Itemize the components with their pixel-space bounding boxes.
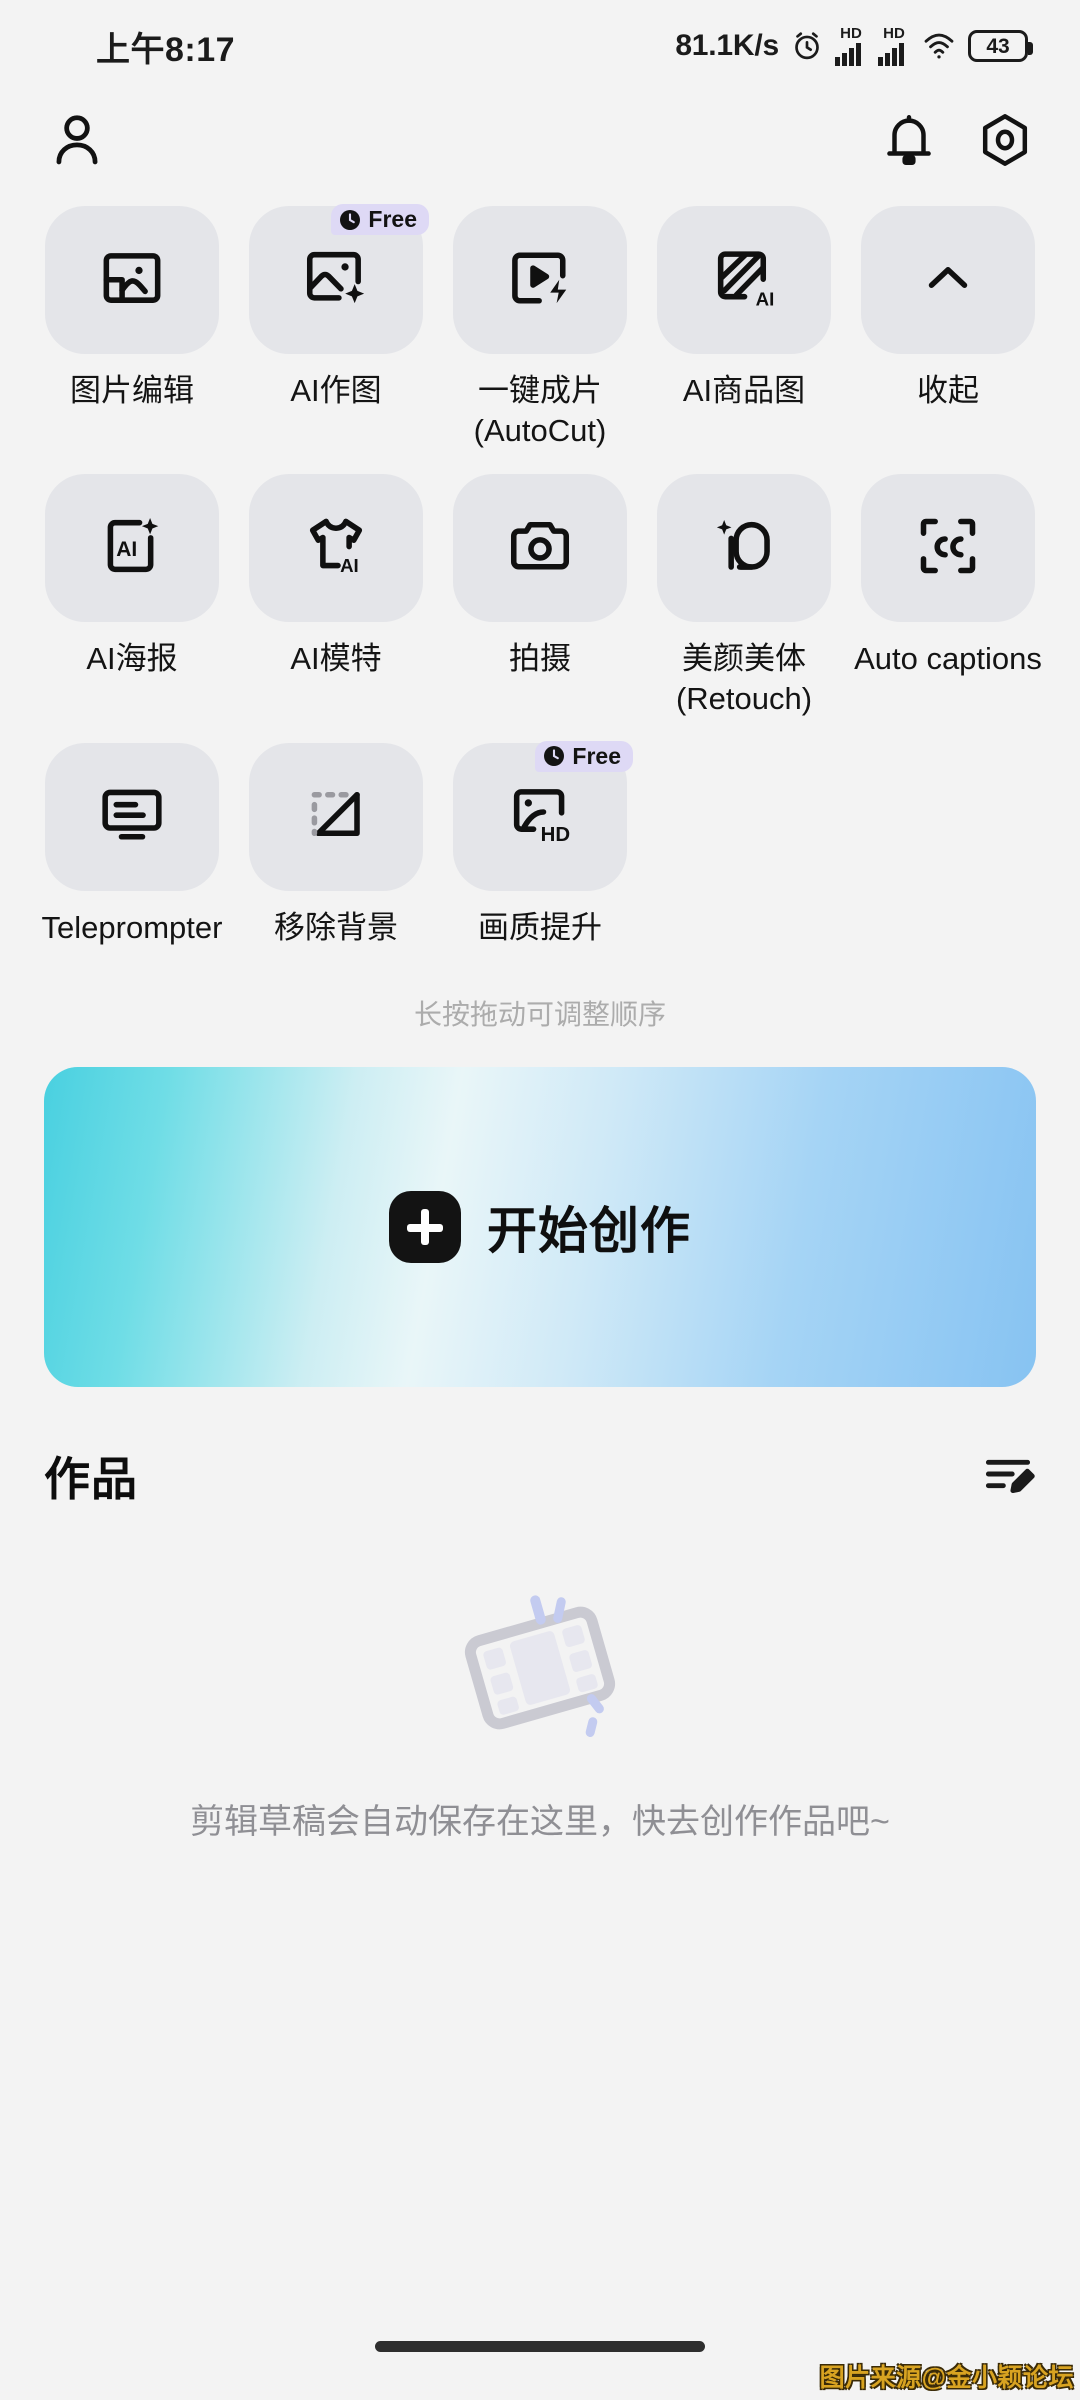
svg-text:HD: HD <box>541 824 570 846</box>
camera-icon <box>505 511 575 586</box>
tool-item-collapse[interactable]: 收起 <box>846 206 1050 411</box>
teleprompter-icon <box>97 779 167 854</box>
hd-enhance-icon: HD <box>505 779 575 854</box>
tool-label: AI模特 <box>290 641 382 677</box>
status-time: 上午8:17 <box>96 30 236 69</box>
autocut-play-bolt-icon <box>505 243 575 318</box>
bell-icon <box>880 114 938 173</box>
chevron-up-icon <box>917 247 979 314</box>
signal-bars-sim2: HD <box>878 26 910 66</box>
tool-tile <box>45 206 219 354</box>
source-watermark: 图片来源@金小颖论坛 <box>819 2364 1074 2392</box>
svg-text:AI: AI <box>340 555 359 576</box>
tool-item-ai-poster[interactable]: AI AI海报 <box>30 474 234 679</box>
tool-tile: AI <box>45 474 219 623</box>
notification-button[interactable] <box>880 111 938 174</box>
tool-tile <box>861 474 1035 623</box>
wifi-icon <box>921 31 957 61</box>
tool-item-hd-enhance[interactable]: Free HD 画质提升 <box>438 740 642 948</box>
tool-item-autocut[interactable]: 一键成片 (AutoCut) <box>438 206 642 450</box>
tool-label: AI作图 <box>290 373 382 408</box>
tool-item-remove-background[interactable]: 移除背景 <box>234 742 438 948</box>
tool-label: 收起 <box>917 373 979 408</box>
edit-list-icon <box>980 1459 1036 1506</box>
ai-poster-icon: AI <box>97 511 167 586</box>
top-nav-actions <box>880 111 1034 174</box>
works-header: 作品 <box>0 1443 1080 1509</box>
ai-image-sparkle-icon <box>301 243 371 318</box>
clock-icon <box>340 209 361 230</box>
tool-tile: Free <box>249 204 429 354</box>
ai-product-image-icon: AI <box>709 243 779 318</box>
tool-label: 拍摄 <box>509 641 571 677</box>
tool-tile <box>657 474 831 623</box>
status-bar: 上午8:17 81.1K/s HD HD 43 <box>0 0 1080 92</box>
top-nav-bar <box>0 92 1080 192</box>
home-indicator[interactable] <box>375 2341 705 2352</box>
free-badge: Free <box>535 740 633 772</box>
tool-label: 移除背景 <box>274 909 398 945</box>
retouch-face-icon <box>709 511 779 586</box>
start-creating-label: 开始创作 <box>487 1203 691 1260</box>
tool-label: 美颜美体 (Retouch) <box>675 641 813 717</box>
settings-hex-icon <box>976 113 1034 173</box>
person-icon <box>46 114 108 175</box>
tool-label: 画质提升 <box>478 909 602 945</box>
tool-tile: AI <box>657 206 831 354</box>
clock-icon <box>544 746 565 767</box>
tool-tile <box>249 742 423 891</box>
network-speed: 81.1K/s <box>675 29 779 62</box>
badge-label: Free <box>572 742 621 769</box>
tool-tile: Free HD <box>453 740 633 891</box>
create-section: 开始创作 <box>0 1033 1080 1388</box>
bottom-area: 图片来源@金小颖论坛 <box>0 2280 1080 2400</box>
grid-reorder-hint: 长按拖动可调整顺序 <box>413 999 666 1031</box>
works-title: 作品 <box>44 1453 138 1506</box>
tool-tile <box>453 206 627 354</box>
tool-item-retouch[interactable]: 美颜美体 (Retouch) <box>642 474 846 718</box>
remove-background-icon <box>301 779 371 854</box>
tool-item-teleprompter[interactable]: Teleprompter <box>30 742 234 948</box>
alarm-clock-icon <box>790 29 824 63</box>
tool-item-image-edit[interactable]: 图片编辑 <box>30 206 234 411</box>
tool-item-ai-image[interactable]: Free AI作图 <box>234 204 438 411</box>
signal-bars-sim1: HD <box>835 26 867 66</box>
settings-button[interactable] <box>976 111 1034 174</box>
tool-label: 图片编辑 <box>70 373 194 408</box>
app-screen: 上午8:17 81.1K/s HD HD 43 图片编辑 Free AI作图 一… <box>0 0 1080 2400</box>
badge-label: Free <box>368 206 417 232</box>
works-empty-text: 剪辑草稿会自动保存在这里，快去创作作品吧~ <box>190 1803 890 1842</box>
tool-label: 一键成片 (AutoCut) <box>473 373 607 448</box>
tool-grid: 图片编辑 Free AI作图 一键成片 (AutoCut) AI AI商品图 收… <box>0 192 1080 947</box>
tool-item-ai-product-image[interactable]: AI AI商品图 <box>642 206 846 411</box>
svg-text:AI: AI <box>116 538 137 561</box>
tool-label: AI海报 <box>86 641 178 677</box>
works-empty-state: 剪辑草稿会自动保存在这里，快去创作作品吧~ <box>0 1573 1080 1849</box>
profile-button[interactable] <box>46 109 108 176</box>
tool-label: Teleprompter <box>41 909 223 945</box>
status-indicators: 81.1K/s HD HD 43 <box>675 26 1033 66</box>
tool-tile <box>45 742 219 891</box>
works-manage-button[interactable] <box>980 1446 1036 1507</box>
tool-item-ai-model[interactable]: AI AI模特 <box>234 474 438 679</box>
battery-indicator: 43 <box>968 30 1033 62</box>
film-strip-icon <box>425 1573 655 1758</box>
tool-tile <box>453 474 627 623</box>
tool-item-camera[interactable]: 拍摄 <box>438 474 642 679</box>
image-edit-icon <box>97 243 167 318</box>
free-badge: Free <box>331 204 429 236</box>
tool-label: Auto captions <box>854 641 1042 677</box>
plus-icon <box>389 1191 461 1264</box>
tool-item-auto-captions[interactable]: Auto captions <box>846 474 1050 679</box>
svg-text:AI: AI <box>756 288 775 309</box>
closed-caption-icon <box>913 511 983 586</box>
tool-label: AI商品图 <box>682 373 806 408</box>
start-creating-button[interactable]: 开始创作 <box>44 1067 1036 1388</box>
tool-tile: AI <box>249 474 423 623</box>
ai-model-shirt-icon: AI <box>301 511 371 586</box>
tool-tile <box>861 206 1035 354</box>
